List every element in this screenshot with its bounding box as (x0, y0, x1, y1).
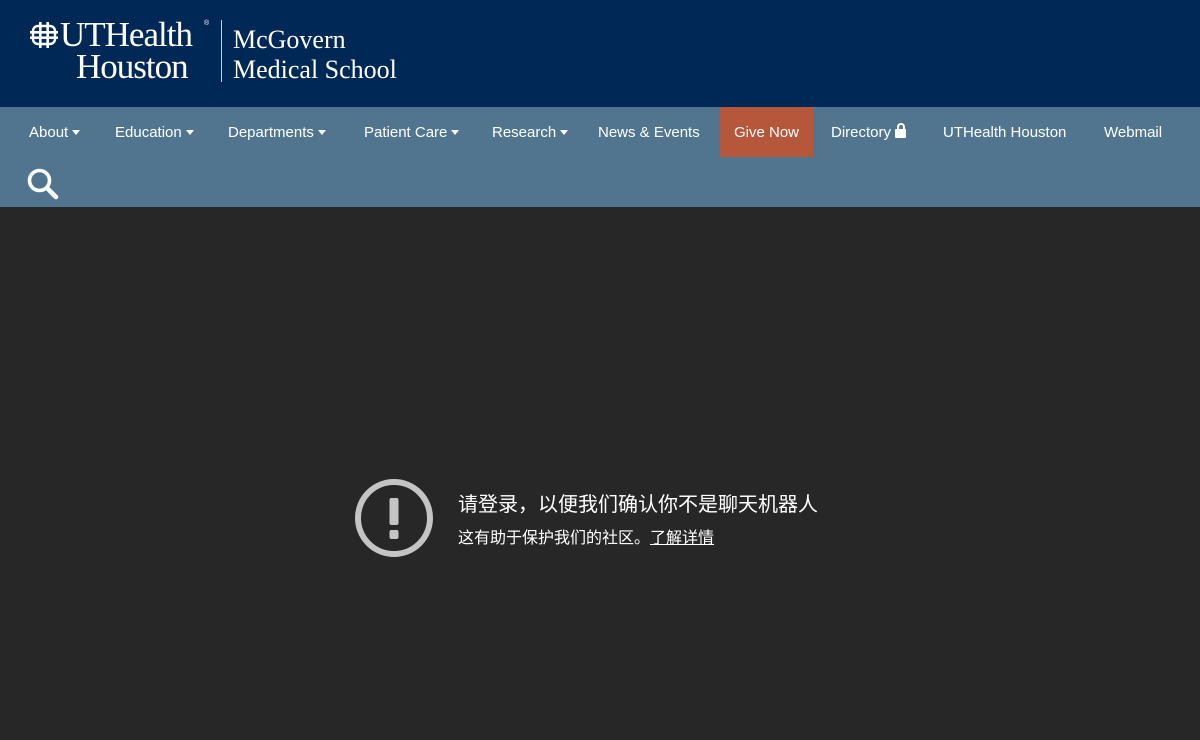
uthealth-logo-mark-icon (30, 22, 58, 48)
learn-more-link[interactable]: 了解详情 (650, 528, 714, 547)
school-name-line2: Medical School (233, 55, 397, 84)
registered-mark: ® (204, 20, 210, 27)
nav-item-label: Webmail (1104, 124, 1163, 141)
nav-item-directory[interactable]: Directory (831, 107, 907, 157)
nav-item-webmail[interactable]: Webmail (1104, 107, 1162, 157)
nav-item-label: Departments (228, 124, 314, 141)
caret-down-icon (560, 130, 569, 135)
nav-item-label: Education (115, 124, 182, 141)
nav-item-label: News & Events (598, 124, 700, 141)
nav-item-about[interactable]: About (29, 107, 81, 157)
nav-item-label: Research (492, 124, 557, 141)
nav-item-label: Directory (831, 124, 892, 141)
search-icon[interactable] (26, 167, 60, 201)
caret-down-icon (185, 130, 194, 135)
notice-text: 这有助于保护我们的社区。 (458, 528, 651, 547)
lock-icon (895, 123, 907, 138)
nav-item-label: Give Now (734, 124, 800, 141)
notice-title: 请登录，以便我们确认你不是聊天机器人 (458, 492, 818, 516)
nav-item-uthealth-houston[interactable]: UTHealth Houston (943, 107, 1066, 157)
logo-divider (221, 20, 222, 82)
nav-item-news-events[interactable]: News & Events (598, 107, 700, 157)
notice-description: 这有助于保护我们的社区。了解详情 (458, 524, 714, 548)
caret-down-icon (317, 130, 326, 135)
nav-item-departments[interactable]: Departments (228, 107, 326, 157)
school-name-line1: McGovern (233, 25, 346, 54)
nav-item-give-now[interactable]: Give Now (720, 107, 814, 157)
nav-item-label: About (29, 124, 69, 141)
site-header: UTHealth ® Houston McGovern Medical Scho… (0, 0, 1200, 107)
nav-item-patient-care[interactable]: Patient Care (364, 107, 460, 157)
caret-down-icon (451, 130, 460, 135)
exclamation-circle-icon (355, 479, 433, 557)
caret-down-icon (72, 130, 81, 135)
nav-item-education[interactable]: Education (115, 107, 194, 157)
main-navigation: About Education Departments Patient Care… (0, 107, 1200, 207)
login-notice: 请登录，以便我们确认你不是聊天机器人 这有助于保护我们的社区。了解详情 (354, 478, 874, 560)
site-logo[interactable]: UTHealth ® Houston McGovern Medical Scho… (30, 16, 400, 88)
nav-item-research[interactable]: Research (492, 107, 569, 157)
nav-item-label: Patient Care (364, 124, 448, 141)
logo-houston-text: Houston (76, 47, 189, 86)
nav-item-label: UTHealth Houston (943, 124, 1067, 141)
